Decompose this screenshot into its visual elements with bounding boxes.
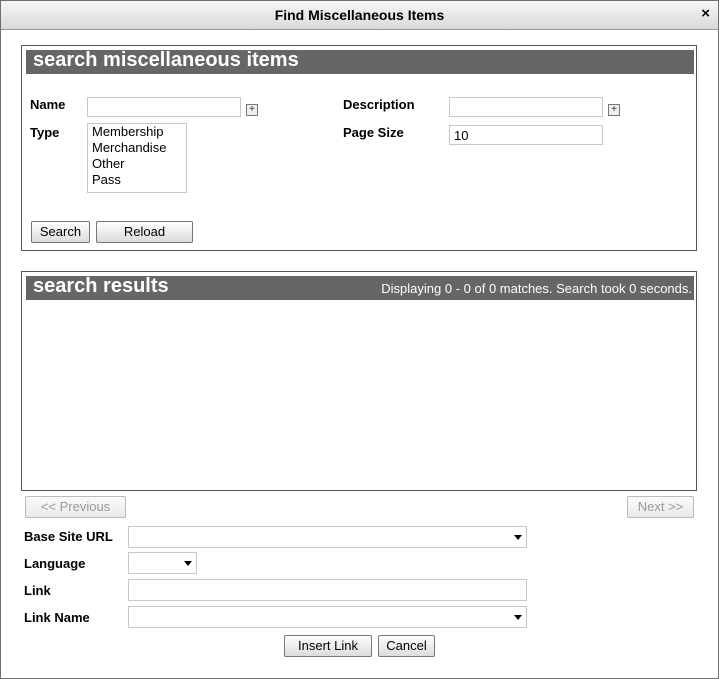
description-expand-icon[interactable]: + xyxy=(608,104,620,116)
base-site-url-dropdown-icon xyxy=(514,535,522,540)
results-panel-heading: search results xyxy=(33,275,169,297)
link-input[interactable] xyxy=(128,579,527,601)
page-size-input[interactable] xyxy=(449,125,603,145)
link-name-select[interactable] xyxy=(128,606,527,628)
dialog-title: Find Miscellaneous Items xyxy=(274,7,445,23)
base-site-url-label: Base Site URL xyxy=(24,529,113,544)
next-button[interactable]: Next >> xyxy=(627,496,694,518)
search-panel-header: search miscellaneous items xyxy=(26,49,694,74)
page-size-label: Page Size xyxy=(343,125,404,140)
name-label: Name xyxy=(30,97,66,112)
language-label: Language xyxy=(24,556,86,571)
insert-link-button[interactable]: Insert Link xyxy=(284,635,372,657)
type-option-other[interactable]: Other xyxy=(88,156,186,172)
description-label: Description xyxy=(343,97,415,112)
language-select[interactable] xyxy=(128,552,197,574)
type-option-membership[interactable]: Membership xyxy=(88,124,186,140)
type-option-pass[interactable]: Pass xyxy=(88,172,186,188)
results-panel-header: search results Displaying 0 - 0 of 0 mat… xyxy=(26,275,694,300)
results-panel: search results Displaying 0 - 0 of 0 mat… xyxy=(21,271,697,491)
link-label: Link xyxy=(24,583,51,598)
title-bar: Find Miscellaneous Items × xyxy=(1,1,718,30)
close-icon[interactable]: × xyxy=(701,5,710,22)
cancel-button[interactable]: Cancel xyxy=(378,635,435,657)
results-status: Displaying 0 - 0 of 0 matches. Search to… xyxy=(381,281,692,296)
base-site-url-select[interactable] xyxy=(128,526,527,548)
type-listbox[interactable]: Membership Merchandise Other Pass xyxy=(87,123,187,193)
language-dropdown-icon xyxy=(184,561,192,566)
name-input[interactable] xyxy=(87,97,241,117)
link-name-dropdown-icon xyxy=(514,615,522,620)
dialog-window: Find Miscellaneous Items × search miscel… xyxy=(0,0,719,679)
type-label: Type xyxy=(30,125,60,140)
description-input[interactable] xyxy=(449,97,603,117)
reload-button[interactable]: Reload xyxy=(96,221,193,243)
search-button[interactable]: Search xyxy=(31,221,90,243)
search-panel-heading: search miscellaneous items xyxy=(33,49,299,71)
name-expand-icon[interactable]: + xyxy=(246,104,258,116)
type-option-merchandise[interactable]: Merchandise xyxy=(88,140,186,156)
previous-button[interactable]: << Previous xyxy=(25,496,126,518)
link-name-label: Link Name xyxy=(24,610,90,625)
